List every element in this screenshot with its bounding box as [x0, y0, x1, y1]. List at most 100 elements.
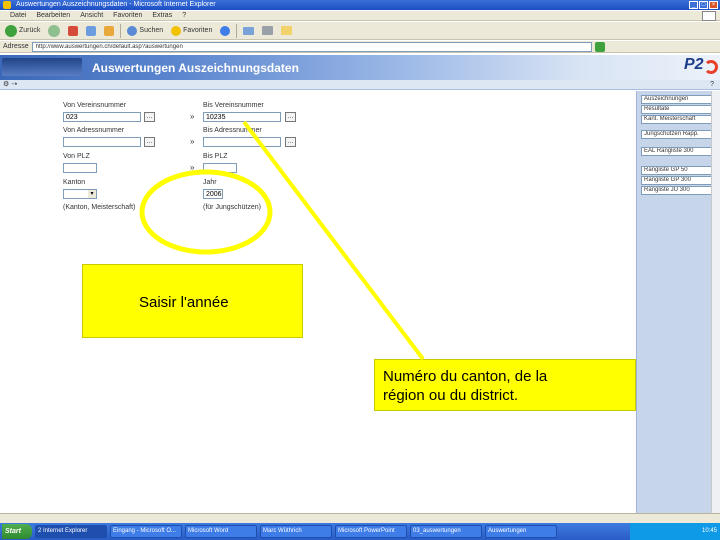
p2-logo: P2 — [684, 56, 718, 78]
menu-datei[interactable]: Datei — [10, 11, 26, 20]
folder-button[interactable] — [279, 24, 294, 38]
bis-adressnummer-input[interactable] — [203, 137, 281, 147]
address-label: Adresse — [3, 43, 29, 50]
task-outlook[interactable]: Eingang - Microsoft O... — [110, 525, 182, 538]
resultate-select[interactable]: Resultate — [641, 105, 719, 114]
maximize-button[interactable]: □ — [699, 1, 708, 9]
kanton-select[interactable]: ▾ — [63, 189, 97, 199]
task-internet-explorer[interactable]: 2 Internet Explorer — [35, 525, 107, 538]
window-titlebar: Auswertungen Auszeichnungsdaten - Micros… — [0, 0, 720, 10]
help-link[interactable]: ? — [710, 80, 714, 90]
address-input[interactable] — [31, 41, 592, 52]
bis-vereinsnummer-input[interactable] — [203, 112, 281, 122]
stop-button[interactable] — [66, 24, 80, 38]
start-button[interactable]: Start — [2, 524, 32, 539]
home-icon — [104, 25, 115, 36]
range-arrow-icon: » — [190, 112, 195, 121]
app-banner: Auswertungen Auszeichnungsdaten P2 — [0, 55, 720, 80]
menu-bar: Datei Bearbeiten Ansicht Favoriten Extra… — [0, 11, 720, 21]
auszeichnungen-select[interactable]: Auszeichnungen — [641, 95, 719, 104]
star-icon — [171, 25, 182, 36]
jungschuetzen-select[interactable]: Jungschützen Rapp. — [641, 130, 719, 139]
von-vereinsnummer-input[interactable] — [63, 112, 141, 122]
task-powerpoint[interactable]: Microsoft PowerPoint — [335, 525, 407, 538]
menu-help[interactable]: ? — [182, 11, 186, 20]
sub-toolbar: ⚙ ⇢ ? — [0, 80, 720, 90]
menu-bearbeiten[interactable]: Bearbeiten — [36, 11, 70, 20]
printer-icon — [262, 26, 274, 35]
toolbar-separator — [120, 23, 122, 38]
task-auswertungen[interactable]: Auswertungen — [485, 525, 557, 538]
favorites-label: Favoriten — [183, 27, 213, 34]
browser-toolbar: Zurück Suchen Favoriten — [0, 22, 720, 40]
windows-logo-icon — [702, 11, 716, 21]
logo-swirl-icon — [704, 60, 718, 74]
von-vereinsnummer-lookup-icon[interactable]: … — [144, 112, 155, 122]
p2-logo-text: P2 — [684, 56, 704, 73]
kanton-hint: (Kanton, Meisterschaft) — [63, 204, 136, 211]
favorites-button[interactable]: Favoriten — [169, 24, 214, 38]
minimize-button[interactable]: _ — [689, 1, 698, 9]
von-vereinsnummer-label: Von Vereinsnummer — [63, 102, 127, 109]
forward-arrow-icon — [48, 24, 61, 37]
task-folder[interactable]: 03_auswertungen — [410, 525, 482, 538]
close-button[interactable]: × — [709, 1, 718, 9]
chevron-down-icon: ▾ — [88, 190, 96, 198]
toolbar-separator — [236, 23, 238, 38]
rangliste-gp300-select[interactable]: Rangliste GP 300 — [641, 176, 719, 185]
search-label: Suchen — [139, 27, 164, 34]
bis-plz-input[interactable] — [203, 163, 237, 173]
bis-plz-label: Bis PLZ — [203, 153, 228, 160]
back-arrow-icon — [5, 24, 17, 37]
search-button[interactable]: Suchen — [125, 24, 165, 38]
callout-canton-line2: région ou du district. — [383, 387, 519, 404]
window-title: Auswertungen Auszeichnungsdaten - Micros… — [16, 1, 216, 8]
tools-icon[interactable]: ⚙ ⇢ — [3, 81, 27, 89]
home-button[interactable] — [102, 24, 116, 38]
menu-extras[interactable]: Extras — [152, 11, 172, 20]
print-button[interactable] — [260, 24, 275, 38]
jahr-hint: (für Jungschützen) — [203, 204, 261, 211]
von-plz-label: Von PLZ — [63, 153, 90, 160]
back-label: Zurück — [19, 27, 41, 34]
media-button[interactable] — [218, 24, 232, 38]
bis-adressnummer-lookup-icon[interactable]: … — [285, 137, 296, 147]
range-arrow-icon: » — [190, 163, 195, 172]
back-button[interactable]: Zurück — [3, 24, 42, 38]
von-plz-input[interactable] — [63, 163, 97, 173]
system-tray: 10:45 — [630, 523, 720, 540]
rangliste-gp50-select[interactable]: Rangliste GP 50 — [641, 166, 719, 175]
task-contact[interactable]: Marc Wüthrich — [260, 525, 332, 538]
go-icon[interactable] — [594, 41, 605, 52]
taskbar: Start 2 Internet Explorer Eingang - Micr… — [0, 523, 720, 540]
folder-icon — [281, 26, 293, 35]
callout-canton-line1: Numéro du canton, de la — [383, 368, 548, 385]
rangliste-ju300-select[interactable]: Rangliste JU 300 — [641, 186, 719, 195]
callout-canton-box: Numéro du canton, de la région ou du dis… — [374, 359, 636, 411]
eal-rangliste-select[interactable]: EAL Rangliste 300 — [641, 147, 719, 156]
vertical-scrollbar[interactable] — [711, 91, 720, 513]
kanton-label: Kanton — [63, 179, 86, 186]
callout-year-box: Saisir l'année — [82, 264, 303, 338]
jahr-label: Jahr — [203, 179, 217, 186]
ie-app-icon — [3, 1, 11, 9]
address-bar: Adresse — [0, 41, 720, 53]
mail-icon — [243, 26, 255, 35]
von-adressnummer-lookup-icon[interactable]: … — [144, 137, 155, 147]
bis-vereinsnummer-lookup-icon[interactable]: … — [285, 112, 296, 122]
von-adressnummer-label: Von Adressnummer — [63, 127, 125, 134]
menu-ansicht[interactable]: Ansicht — [80, 11, 103, 20]
refresh-button[interactable] — [84, 24, 98, 38]
von-adressnummer-input[interactable] — [63, 137, 141, 147]
kant-meisterschaft-select[interactable]: Kant. Meisterschaft — [641, 115, 719, 124]
bis-vereinsnummer-label: Bis Vereinsnummer — [203, 102, 264, 109]
mail-button[interactable] — [241, 24, 256, 38]
window-controls: _ □ × — [689, 1, 718, 9]
page-title: Auswertungen Auszeichnungsdaten — [92, 61, 299, 75]
menu-favoriten[interactable]: Favoriten — [113, 11, 142, 20]
forward-button[interactable] — [46, 24, 62, 38]
callout-year-text: Saisir l'année — [139, 294, 229, 311]
range-arrow-icon: » — [190, 137, 195, 146]
jahr-input[interactable] — [203, 189, 223, 199]
task-word[interactable]: Microsoft Word — [185, 525, 257, 538]
